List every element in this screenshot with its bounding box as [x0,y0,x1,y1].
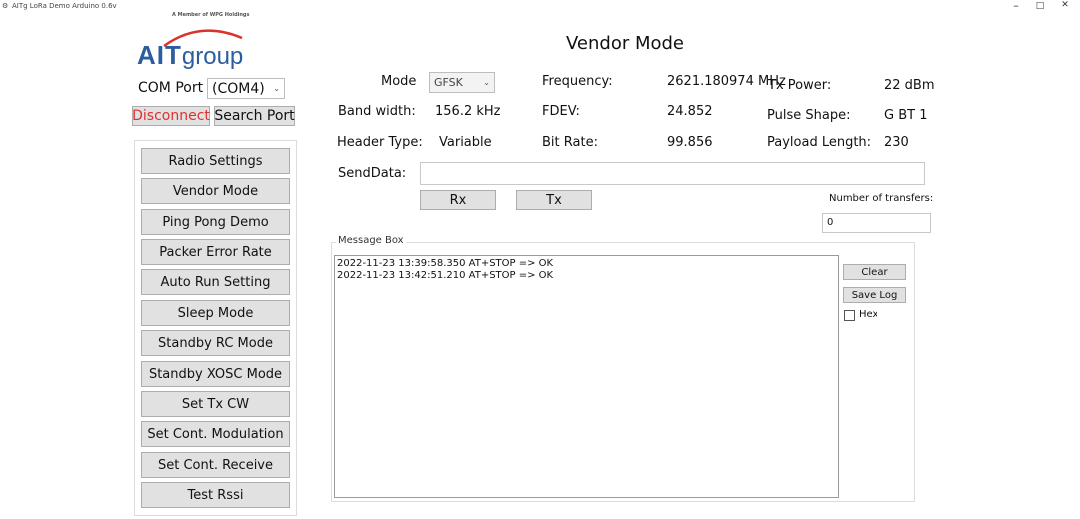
payload-length-label: Payload Length: [767,135,872,150]
chevron-down-icon: ⌄ [483,78,490,87]
bit-rate-label: Bit Rate: [542,135,598,150]
transfers-label: Number of transfers: [829,193,934,204]
send-data-input[interactable] [420,162,925,185]
clear-button[interactable]: Clear [843,264,906,280]
sidebar-item-sleep-mode[interactable]: Sleep Mode [141,300,290,326]
com-port-select[interactable]: (COM4) ⌄ [207,78,285,99]
minimize-button[interactable]: – [1006,0,1026,12]
sidebar-item-set-cont-modulation[interactable]: Set Cont. Modulation [141,421,290,447]
sidebar-item-test-rssi[interactable]: Test Rssi [141,482,290,508]
search-port-button[interactable]: Search Port [214,106,295,126]
tx-button[interactable]: Tx [516,190,592,210]
sidebar-item-ping-pong-demo[interactable]: Ping Pong Demo [141,209,290,235]
logo-tagline: A Member of WPG Holdings [172,12,250,18]
rx-button[interactable]: Rx [420,190,496,210]
bandwidth-value: 156.2 kHz [435,104,501,119]
chevron-down-icon: ⌄ [273,84,280,93]
send-data-label: SendData: [338,166,407,181]
sidebar-item-set-cont-receive[interactable]: Set Cont. Receive [141,452,290,478]
sidebar-item-vendor-mode[interactable]: Vendor Mode [141,178,290,204]
hex-checkbox[interactable] [844,310,855,321]
sidebar-item-standby-xosc-mode[interactable]: Standby XOSC Mode [141,361,290,387]
sidebar-item-standby-rc-mode[interactable]: Standby RC Mode [141,330,290,356]
tx-power-value: 22 dBm [884,78,935,93]
mode-value: GFSK [434,76,463,89]
close-button[interactable]: ✕ [1055,0,1075,10]
bandwidth-label: Band width: [338,104,416,119]
log-line: 2022-11-23 13:39:58.350 AT+STOP => OK [337,258,554,269]
page-title: Vendor Mode [566,33,685,54]
hex-label: Hex [859,309,877,320]
transfers-input[interactable]: 0 [822,213,931,233]
sidebar-item-packer-error-rate[interactable]: Packer Error Rate [141,239,290,265]
window-title: AITg LoRa Demo Arduino 0.6v [12,2,117,10]
sidebar-item-radio-settings[interactable]: Radio Settings [141,148,290,174]
frequency-label: Frequency: [542,74,613,89]
disconnect-button[interactable]: Disconnect [132,106,210,126]
com-port-label: COM Port [138,80,204,96]
fdev-value: 24.852 [667,104,713,119]
bit-rate-value: 99.856 [667,135,713,150]
logo-brand-bold: AIT [137,40,182,70]
app-icon: ⚙ [2,2,9,10]
pulse-shape-label: Pulse Shape: [767,108,851,123]
sidebar-item-set-tx-cw[interactable]: Set Tx CW [141,391,290,417]
log-line: 2022-11-23 13:42:51.210 AT+STOP => OK [337,270,554,281]
fdev-label: FDEV: [542,104,580,119]
save-log-button[interactable]: Save Log [843,287,906,303]
com-port-value: (COM4) [212,80,265,97]
mode-select[interactable]: GFSK ⌄ [429,72,495,93]
maximize-button[interactable]: □ [1030,1,1050,11]
logo-brand-light: group [181,43,244,70]
header-type-label: Header Type: [337,135,423,150]
message-box-label: Message Box [336,235,406,246]
pulse-shape-value: G BT 1 [884,108,928,123]
logo: AIT group [137,40,243,71]
tx-power-label: Tx Power: [768,78,832,93]
header-type-value: Variable [439,135,492,150]
message-log[interactable]: 2022-11-23 13:39:58.350 AT+STOP => OK 20… [334,255,839,498]
payload-length-value: 230 [884,135,909,150]
mode-label: Mode [381,74,417,89]
sidebar-item-auto-run-setting[interactable]: Auto Run Setting [141,269,290,295]
